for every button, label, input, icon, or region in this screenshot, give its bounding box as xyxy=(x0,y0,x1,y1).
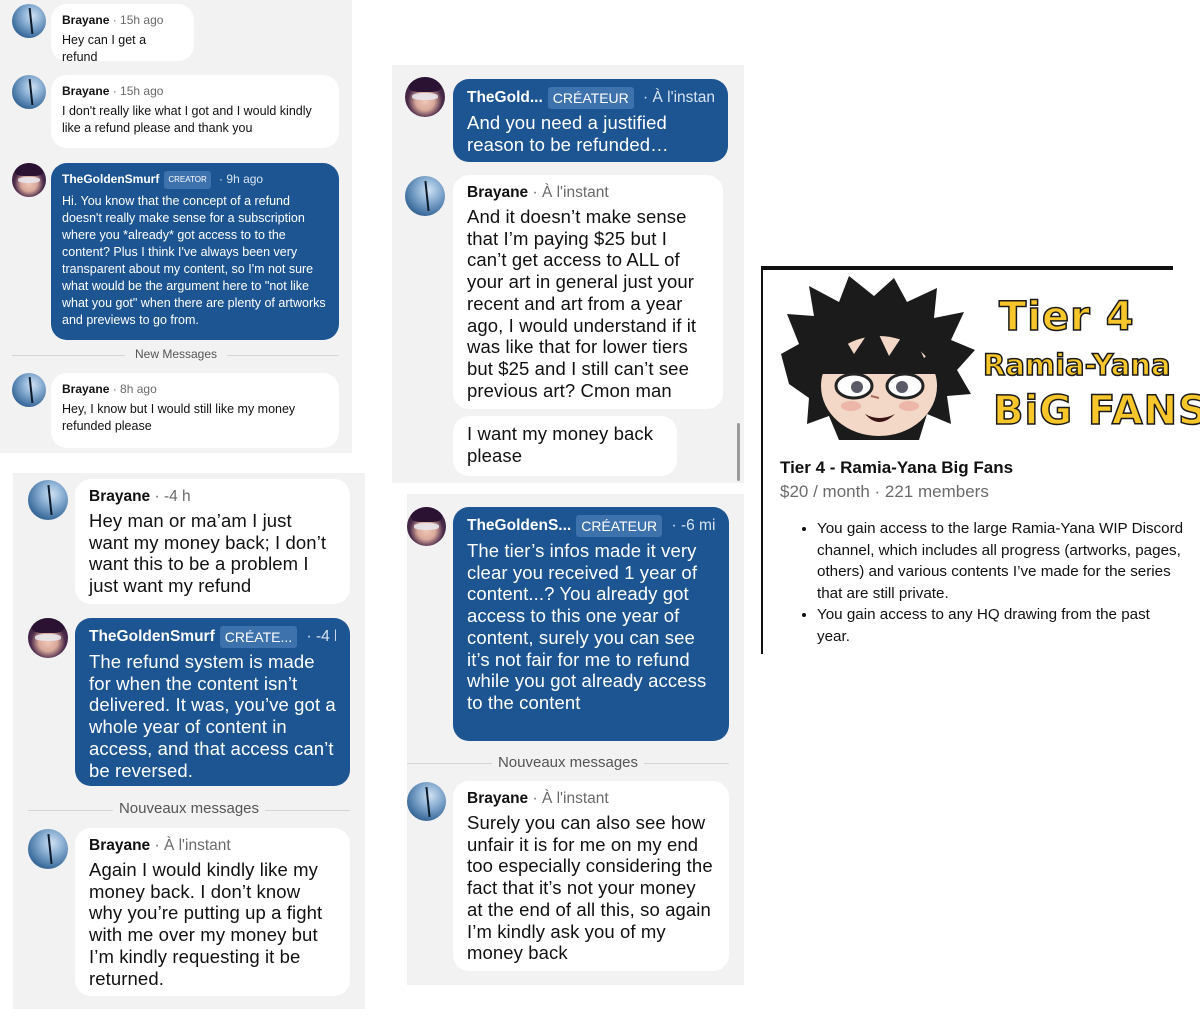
scrollbar[interactable] xyxy=(737,423,740,481)
timestamp: À l'instant xyxy=(541,790,609,807)
message-text: Hi. You know that the concept of a refun… xyxy=(62,194,326,327)
message-bubble-continuation: I want my money back please xyxy=(453,416,677,476)
avatar-brayane-icon[interactable] xyxy=(407,782,446,821)
author-name[interactable]: Brayane xyxy=(467,184,528,201)
message-bubble: Brayane · 8h ago Hey, I know but I would… xyxy=(51,373,339,448)
chat-panel-2: Brayane · -4 h Hey man or ma’am I just w… xyxy=(13,473,365,1009)
card-top-border xyxy=(761,266,1173,270)
tier-character-icon xyxy=(781,276,975,440)
timestamp: 9h ago xyxy=(226,172,264,187)
avatar-brayane-icon[interactable] xyxy=(405,176,445,216)
message-bubble-creator: TheGold... CRÉATEUR · À l'instant And you… xyxy=(453,79,728,162)
message-bubble: Brayane · À l'instant Surely you can als… xyxy=(453,781,729,971)
new-messages-label: New Messages xyxy=(125,347,227,361)
author-name[interactable]: Brayane xyxy=(62,13,109,27)
timestamp: À l'instant xyxy=(541,184,609,201)
new-messages-label: Nouveaux messages xyxy=(492,754,644,771)
tier-logo-line-1: Tier 4 xyxy=(998,293,1135,341)
tier-logo-line-3: BiG FANS xyxy=(992,387,1200,435)
avatar-creator-icon[interactable] xyxy=(405,77,445,117)
tier-title: Tier 4 - Ramia-Yana Big Fans xyxy=(780,458,1014,477)
benefit-item: You gain access to any HQ drawing from t… xyxy=(817,604,1185,647)
message-text: Surely you can also see how unfair it is… xyxy=(467,812,713,964)
tier-benefits-list: You gain access to the large Ramia-Yana … xyxy=(799,518,1185,648)
avatar-brayane-icon[interactable] xyxy=(12,75,46,109)
message-text: The tier’s infos made it very clear you … xyxy=(467,540,707,713)
timestamp: 15h ago xyxy=(120,13,164,27)
timestamp: 15h ago xyxy=(120,84,164,98)
message-text: And you need a justified reason to be re… xyxy=(467,112,669,155)
author-name[interactable]: Brayane xyxy=(467,790,528,807)
message-text: I don't really like what I got and I wou… xyxy=(62,104,312,135)
chat-panel-3: TheGold... CRÉATEUR · À l'instant And you… xyxy=(392,65,744,483)
creator-badge: CRÉATE... xyxy=(219,626,298,648)
timestamp: -4 h xyxy=(163,488,191,505)
message-bubble: Brayane · 15h ago I don't really like wh… xyxy=(51,75,339,148)
avatar-brayane-icon[interactable] xyxy=(28,829,68,869)
new-messages-label: Nouveaux messages xyxy=(113,800,265,817)
timestamp: À l'instant xyxy=(652,89,714,107)
message-bubble-creator: TheGoldenS...CRÉATEUR · -6 min The tier’… xyxy=(453,507,729,741)
message-bubble: Brayane · À l'instant Again I would kind… xyxy=(75,828,350,996)
avatar-creator-icon[interactable] xyxy=(407,507,446,546)
message-text: Hey, I know but I would still like my mo… xyxy=(62,402,296,433)
creator-badge: CREATOR xyxy=(164,171,211,189)
chat-panel-1: Brayane · 15h ago Hey can I get a refund… xyxy=(0,0,352,453)
author-name[interactable]: Brayane xyxy=(89,488,150,505)
author-name[interactable]: TheGoldenSmurf xyxy=(62,172,159,186)
avatar-creator-icon[interactable] xyxy=(12,163,46,197)
avatar-brayane-icon[interactable] xyxy=(28,480,68,520)
message-bubble-creator: TheGoldenSmurfCRÉATE... · -4 h The refun… xyxy=(75,618,350,786)
author-name[interactable]: TheGold... xyxy=(467,89,543,106)
message-text: Hey man or ma’am I just want my money ba… xyxy=(89,510,327,597)
timestamp: 8h ago xyxy=(120,382,157,396)
avatar-brayane-icon[interactable] xyxy=(12,4,46,38)
creator-badge: CRÉATEUR xyxy=(547,87,634,109)
timestamp: -4 h xyxy=(315,628,336,646)
author-name[interactable]: Brayane xyxy=(62,382,109,396)
message-text: I want my money back please xyxy=(467,423,654,466)
chat-panel-4: TheGoldenS...CRÉATEUR · -6 min The tier’… xyxy=(407,494,744,985)
timestamp: À l'instant xyxy=(163,837,231,854)
message-bubble: Brayane · -4 h Hey man or ma’am I just w… xyxy=(75,479,350,604)
avatar-creator-icon[interactable] xyxy=(28,618,68,658)
tier-price: $20 / month · 221 members xyxy=(780,482,989,501)
message-text: Hey can I get a refund xyxy=(62,33,147,64)
message-bubble-creator: TheGoldenSmurf CREATOR · 9h ago Hi. You k… xyxy=(51,163,339,340)
card-left-border xyxy=(761,266,763,654)
creator-badge: CRÉATEUR xyxy=(576,515,663,537)
message-text: The refund system is made for when the c… xyxy=(89,651,336,781)
timestamp: -6 min xyxy=(680,517,715,535)
author-name[interactable]: Brayane xyxy=(62,84,109,98)
message-bubble: Brayane · À l'instant And it doesn’t mak… xyxy=(453,175,723,409)
avatar-brayane-icon[interactable] xyxy=(12,373,46,407)
message-text: And it doesn’t make sense that I’m payin… xyxy=(467,206,697,401)
author-name[interactable]: TheGoldenS... xyxy=(467,517,571,534)
message-bubble: Brayane · 15h ago Hey can I get a refund xyxy=(51,4,194,64)
tier-logo-line-2: Ramia-Yana xyxy=(982,347,1171,383)
message-text: Again I would kindly like my money back.… xyxy=(89,859,323,989)
benefit-item: You gain access to the large Ramia-Yana … xyxy=(817,518,1185,604)
tier-card: Tier 4 Ramia-Yana BiG FANS Tier 4 - Rami… xyxy=(761,266,1200,656)
author-name[interactable]: Brayane xyxy=(89,837,150,854)
author-name[interactable]: TheGoldenSmurf xyxy=(89,628,215,645)
